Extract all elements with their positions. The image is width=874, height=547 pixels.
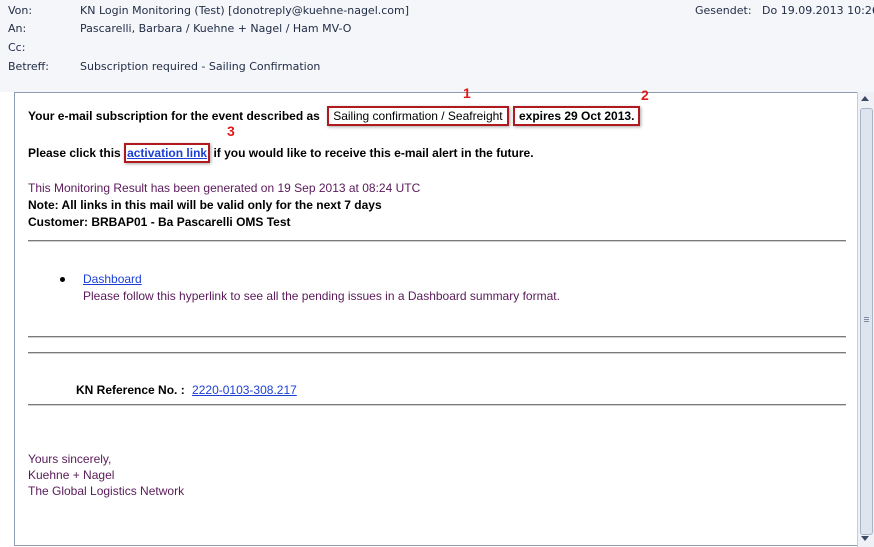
signature-line-1: Yours sincerely, <box>28 452 112 466</box>
reference-link[interactable]: 2220-0103-308.217 <box>192 383 297 397</box>
dashboard-link[interactable]: Dashboard <box>83 272 142 286</box>
sent-row: Gesendet: Do 19.09.2013 10:26 <box>0 4 874 22</box>
generated-text: This Monitoring Result has been generate… <box>28 181 421 195</box>
grip-icon <box>864 317 869 318</box>
grip-icon <box>864 319 869 320</box>
sent-label: Gesendet: <box>695 4 752 17</box>
expires-text: expires 29 Oct 2013. <box>518 109 635 123</box>
scroll-down-icon[interactable] <box>861 536 869 541</box>
reference-label: KN Reference No. : <box>76 383 185 397</box>
scroll-up-icon[interactable] <box>861 96 869 101</box>
grip-icon <box>864 321 869 322</box>
divider <box>28 352 846 354</box>
divider <box>28 336 846 338</box>
note-text: Note: All links in this mail will be val… <box>28 198 382 212</box>
dashboard-description: Please follow this hyperlink to see all … <box>83 289 560 303</box>
subject-value: Subscription required - Sailing Confirma… <box>80 60 321 73</box>
divider <box>28 240 846 242</box>
reference-line: KN Reference No. : 2220-0103-308.217 <box>76 383 297 397</box>
scroll-thumb[interactable] <box>860 108 873 535</box>
event-name: Sailing confirmation / Seafreight <box>333 109 503 123</box>
to-value[interactable]: Pascarelli, Barbara / Kuehne + Nagel / H… <box>80 22 351 35</box>
subscription-line: Your e-mail subscription for the event d… <box>28 106 641 126</box>
cc-label: Cc: <box>8 41 26 54</box>
activation-suffix: if you would like to receive this e-mail… <box>213 146 534 160</box>
bullet-icon <box>60 277 65 282</box>
activation-line: Please click this activation link if you… <box>28 143 534 163</box>
activation-link[interactable]: activation link <box>127 146 207 160</box>
signature-line-3: The Global Logistics Network <box>28 484 185 498</box>
annotation-marker-2: 2 <box>641 87 649 103</box>
email-header: Von: KN Login Monitoring (Test) [donotre… <box>0 0 874 92</box>
divider <box>28 404 846 406</box>
event-name-box: Sailing confirmation / Seafreight <box>327 106 509 126</box>
sent-value: Do 19.09.2013 10:26 <box>762 4 874 17</box>
signature-line-2: Kuehne + Nagel <box>28 468 115 482</box>
annotation-marker-1: 1 <box>463 85 471 101</box>
activation-prefix: Please click this <box>28 146 121 160</box>
activation-link-box: activation link <box>124 143 211 163</box>
to-label: An: <box>8 22 27 35</box>
subject-label: Betreff: <box>8 60 49 73</box>
vertical-scrollbar[interactable] <box>857 92 874 547</box>
customer-text: Customer: BRBAP01 - Ba Pascarelli OMS Te… <box>28 215 291 229</box>
subscription-text: Your e-mail subscription for the event d… <box>28 109 320 123</box>
expires-box: expires 29 Oct 2013. <box>512 106 641 126</box>
